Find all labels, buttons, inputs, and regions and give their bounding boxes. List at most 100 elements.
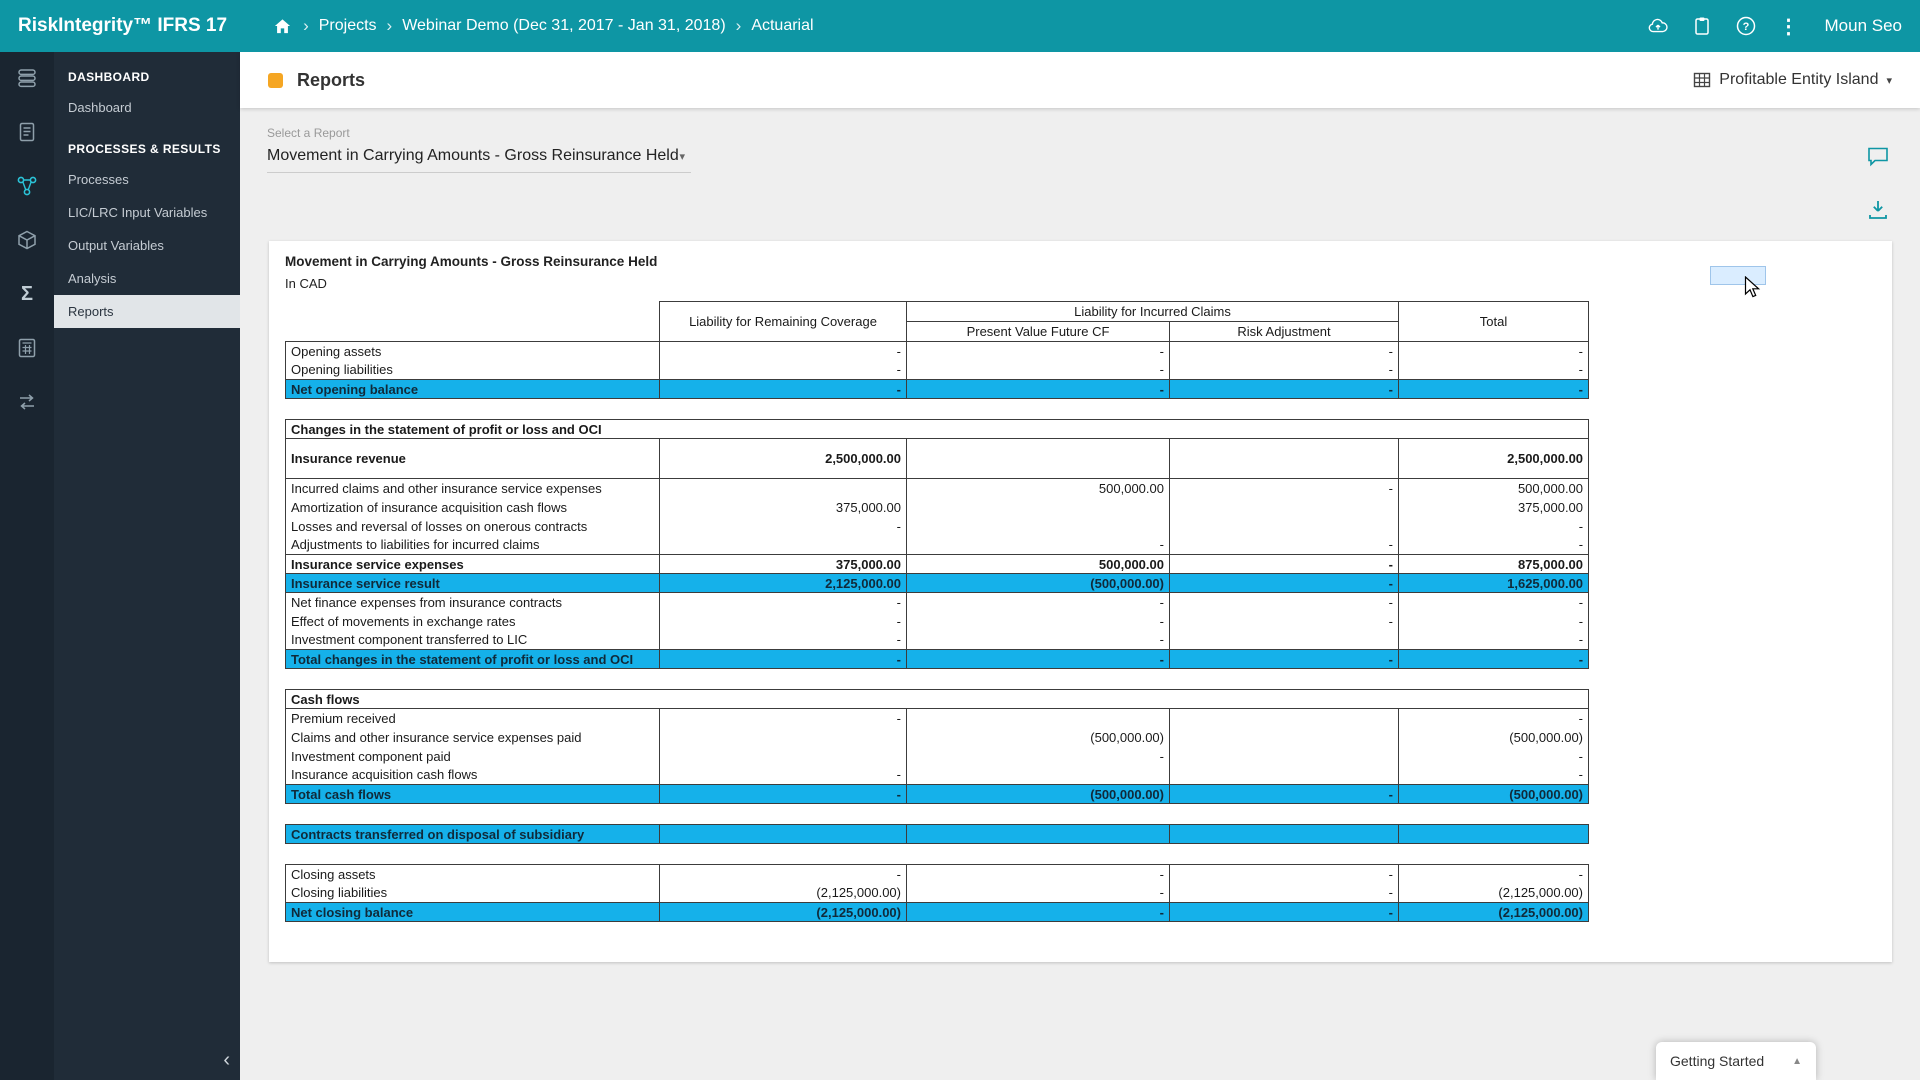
sidebar-item-lic-lrc-input-variables[interactable]: LIC/LRC Input Variables — [54, 196, 240, 229]
table-row: Cash flows — [286, 690, 1589, 709]
value-cell: - — [1170, 380, 1399, 399]
value-cell: - — [660, 709, 907, 728]
breadcrumb-separator: › — [303, 16, 309, 36]
sidebar-item-output-variables[interactable]: Output Variables — [54, 229, 240, 262]
value-cell: - — [907, 380, 1170, 399]
value-cell: 375,000.00 — [660, 498, 907, 517]
sidebar-item-analysis[interactable]: Analysis — [54, 262, 240, 295]
clipboard-icon[interactable] — [1691, 15, 1713, 37]
value-cell: (2,125,000.00) — [660, 903, 907, 922]
value-cell — [1170, 517, 1399, 536]
breadcrumb-projects[interactable]: Projects — [319, 17, 377, 35]
data-flows-icon[interactable] — [15, 390, 39, 414]
table-row: Insurance acquisition cash flows-- — [286, 766, 1589, 785]
getting-started-panel[interactable]: Getting Started ▲ — [1656, 1042, 1816, 1080]
entity-grid-icon — [1693, 71, 1711, 89]
header-corner-cell — [286, 302, 660, 342]
value-cell — [1170, 439, 1399, 479]
value-cell: - — [907, 342, 1170, 361]
document-icon[interactable] — [15, 120, 39, 144]
download-icon[interactable] — [1866, 198, 1890, 222]
report-currency: In CAD — [285, 276, 1892, 291]
breadcrumb-actuarial[interactable]: Actuarial — [751, 17, 813, 35]
breadcrumb-project-name[interactable]: Webinar Demo (Dec 31, 2017 - Jan 31, 201… — [402, 17, 725, 35]
value-cell — [1170, 728, 1399, 747]
value-cell: - — [907, 536, 1170, 555]
report-select[interactable]: Select a Report Movement in Carrying Amo… — [267, 126, 691, 173]
value-cell — [1170, 631, 1399, 650]
sidebar-item-processes[interactable]: Processes — [54, 163, 240, 196]
row-label-cell: Premium received — [286, 709, 660, 728]
value-cell: - — [1399, 747, 1589, 766]
value-cell: - — [660, 785, 907, 804]
user-name[interactable]: Moun Seo — [1825, 16, 1903, 36]
comment-icon[interactable] — [1866, 144, 1890, 168]
value-cell: 500,000.00 — [907, 555, 1170, 574]
value-cell: - — [907, 884, 1170, 903]
section-header-cell: Cash flows — [286, 690, 1589, 709]
table-row: Adjustments to liabilities for incurred … — [286, 536, 1589, 555]
value-cell: - — [1399, 361, 1589, 380]
breadcrumb-separator: › — [736, 16, 742, 36]
value-cell — [660, 479, 907, 498]
collapse-sidebar-button[interactable]: ‹ — [223, 1049, 230, 1072]
table-row: Insurance revenue2,500,000.002,500,000.0… — [286, 439, 1589, 479]
column-header-pvfcf: Present Value Future CF — [907, 322, 1170, 342]
chevron-down-icon: ▾ — [1886, 74, 1892, 87]
report-actions — [1866, 144, 1890, 222]
row-label-cell: Adjustments to liabilities for incurred … — [286, 536, 660, 555]
value-cell: - — [660, 593, 907, 612]
main-content: Reports Profitable Entity Island ▾ Selec… — [240, 52, 1920, 1080]
row-label-cell: Investment component transferred to LIC — [286, 631, 660, 650]
value-cell: - — [1170, 884, 1399, 903]
report-table-changes: Changes in the statement of profit or lo… — [285, 419, 1589, 669]
column-header-risk-adjustment: Risk Adjustment — [1170, 322, 1399, 342]
value-cell: - — [907, 612, 1170, 631]
database-icon[interactable] — [15, 66, 39, 90]
value-cell — [907, 766, 1170, 785]
home-icon[interactable] — [271, 15, 293, 37]
table-row: Net finance expenses from insurance cont… — [286, 593, 1589, 612]
value-cell: - — [1170, 574, 1399, 593]
value-cell: 500,000.00 — [907, 479, 1170, 498]
sidebar-item-dashboard[interactable]: Dashboard — [54, 91, 240, 124]
chevron-down-icon: ▾ — [679, 150, 685, 163]
row-label-cell: Incurred claims and other insurance serv… — [286, 479, 660, 498]
module-icon-rail: Σ — [0, 52, 54, 1080]
value-cell: - — [660, 361, 907, 380]
report-table-opening: Liability for Remaining Coverage Liabili… — [285, 301, 1589, 399]
table-row: Changes in the statement of profit or lo… — [286, 420, 1589, 439]
value-cell: - — [1170, 785, 1399, 804]
cube-icon[interactable] — [15, 228, 39, 252]
entity-selector[interactable]: Profitable Entity Island ▾ — [1693, 71, 1892, 89]
table-row: Total changes in the statement of profit… — [286, 650, 1589, 669]
process-network-icon[interactable] — [15, 174, 39, 198]
value-cell: - — [1170, 361, 1399, 380]
top-bar: RiskIntegrity™ IFRS 17 › Projects › Webi… — [0, 0, 1920, 52]
column-header-lrc: Liability for Remaining Coverage — [660, 302, 907, 342]
value-cell — [907, 517, 1170, 536]
app-logo: RiskIntegrity™ IFRS 17 — [18, 15, 227, 37]
value-cell: - — [1399, 342, 1589, 361]
row-label-cell: Total cash flows — [286, 785, 660, 804]
table-row: Claims and other insurance service expen… — [286, 728, 1589, 747]
value-cell: - — [660, 650, 907, 669]
value-cell: 1,625,000.00 — [1399, 574, 1589, 593]
value-cell: 2,500,000.00 — [660, 439, 907, 479]
calculator-icon[interactable] — [15, 336, 39, 360]
table-row: Closing liabilities(2,125,000.00)--(2,12… — [286, 884, 1589, 903]
value-cell — [1170, 825, 1399, 844]
value-cell: - — [907, 593, 1170, 612]
more-options-icon[interactable]: ⋮ — [1779, 14, 1799, 39]
value-cell: - — [1170, 650, 1399, 669]
sidebar-item-reports[interactable]: Reports — [54, 295, 240, 328]
value-cell: - — [1399, 593, 1589, 612]
table-row: Net closing balance(2,125,000.00)--(2,12… — [286, 903, 1589, 922]
help-icon[interactable]: ? — [1735, 15, 1757, 37]
sigma-icon[interactable]: Σ — [15, 282, 39, 306]
getting-started-label: Getting Started — [1670, 1053, 1764, 1069]
cloud-upload-icon[interactable] — [1647, 15, 1669, 37]
value-cell: - — [1399, 766, 1589, 785]
value-cell: 375,000.00 — [1399, 498, 1589, 517]
value-cell — [660, 728, 907, 747]
